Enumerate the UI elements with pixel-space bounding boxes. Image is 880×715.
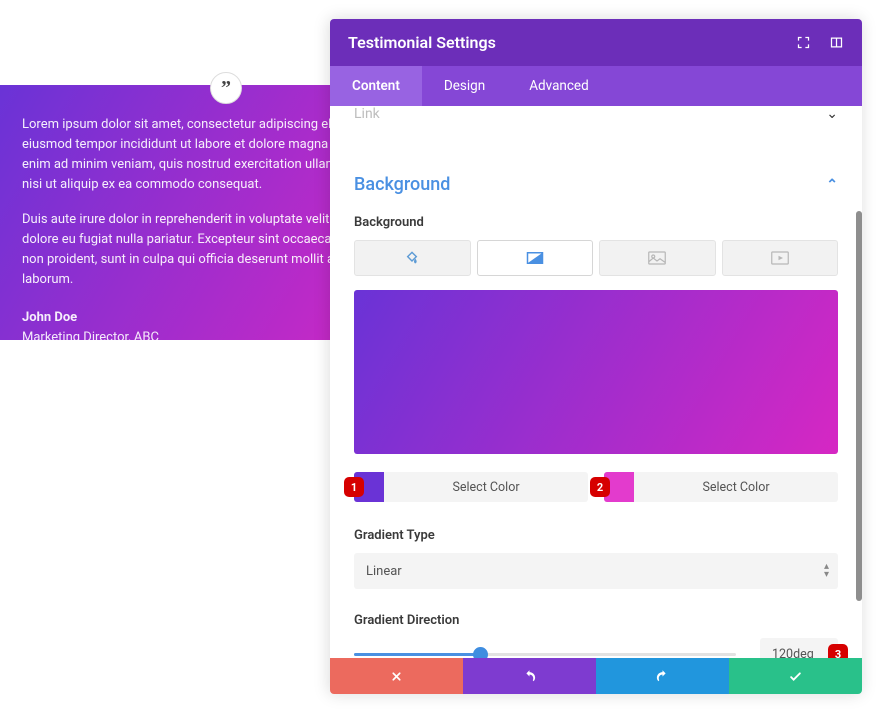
- undo-button[interactable]: [463, 658, 596, 694]
- video-icon: [771, 251, 789, 265]
- tab-bar: Content Design Advanced: [330, 66, 862, 106]
- background-type-tabs: [354, 240, 838, 276]
- gradient-type-label: Gradient Type: [354, 528, 838, 543]
- tab-design[interactable]: Design: [422, 66, 507, 106]
- gradient-direction-value[interactable]: 120deg: [760, 638, 838, 658]
- columns-icon[interactable]: [829, 35, 844, 50]
- gradient-type-value: Linear: [366, 564, 402, 579]
- gradient-preview: [354, 290, 838, 454]
- select-color-1-button[interactable]: Select Color: [354, 472, 588, 502]
- close-icon: [390, 670, 403, 683]
- gradient-direction-label: Gradient Direction: [354, 613, 838, 628]
- group-link-collapsed[interactable]: Link ⌄: [354, 106, 838, 140]
- select-arrows-icon: ▴▾: [824, 563, 828, 579]
- select-color-1-label: Select Color: [384, 480, 588, 495]
- background-label: Background: [354, 215, 838, 230]
- undo-icon: [522, 669, 537, 684]
- group-link-label: Link: [354, 106, 380, 122]
- bg-tab-video[interactable]: [722, 240, 839, 276]
- bg-tab-gradient[interactable]: [477, 240, 594, 276]
- annotation-marker-3: 3: [828, 644, 848, 658]
- paint-bucket-icon: [404, 250, 420, 266]
- image-icon: [648, 251, 666, 265]
- select-color-2-button[interactable]: Select Color: [604, 472, 838, 502]
- redo-icon: [655, 669, 670, 684]
- scrollbar[interactable]: [856, 211, 862, 601]
- bg-tab-image[interactable]: [599, 240, 716, 276]
- section-title: Background: [354, 174, 450, 195]
- gradient-type-select[interactable]: Linear ▴▾: [354, 553, 838, 589]
- chevron-down-icon: ⌄: [826, 106, 838, 122]
- annotation-marker-2: 2: [590, 477, 610, 497]
- chevron-up-icon: ⌃: [826, 177, 838, 193]
- discard-button[interactable]: [330, 658, 463, 694]
- panel-header: Testimonial Settings: [330, 19, 862, 66]
- panel-footer: [330, 658, 862, 694]
- section-background-header[interactable]: Background ⌃: [354, 174, 838, 195]
- bg-tab-fill[interactable]: [354, 240, 471, 276]
- select-color-2-label: Select Color: [634, 480, 838, 495]
- redo-button[interactable]: [596, 658, 729, 694]
- panel-body: Link ⌄ Background ⌃ Background 1: [330, 106, 862, 658]
- quote-icon: ”: [210, 72, 242, 104]
- slider-thumb[interactable]: [473, 647, 488, 658]
- check-icon: [788, 669, 803, 684]
- tab-advanced[interactable]: Advanced: [507, 66, 611, 106]
- annotation-marker-1: 1: [344, 477, 364, 497]
- expand-icon[interactable]: [796, 35, 811, 50]
- tab-content[interactable]: Content: [330, 66, 422, 106]
- gradient-icon: [526, 251, 544, 265]
- save-button[interactable]: [729, 658, 862, 694]
- settings-panel: Testimonial Settings Content Design Adva…: [330, 19, 862, 694]
- gradient-direction-slider[interactable]: [354, 644, 736, 658]
- panel-title: Testimonial Settings: [348, 33, 496, 52]
